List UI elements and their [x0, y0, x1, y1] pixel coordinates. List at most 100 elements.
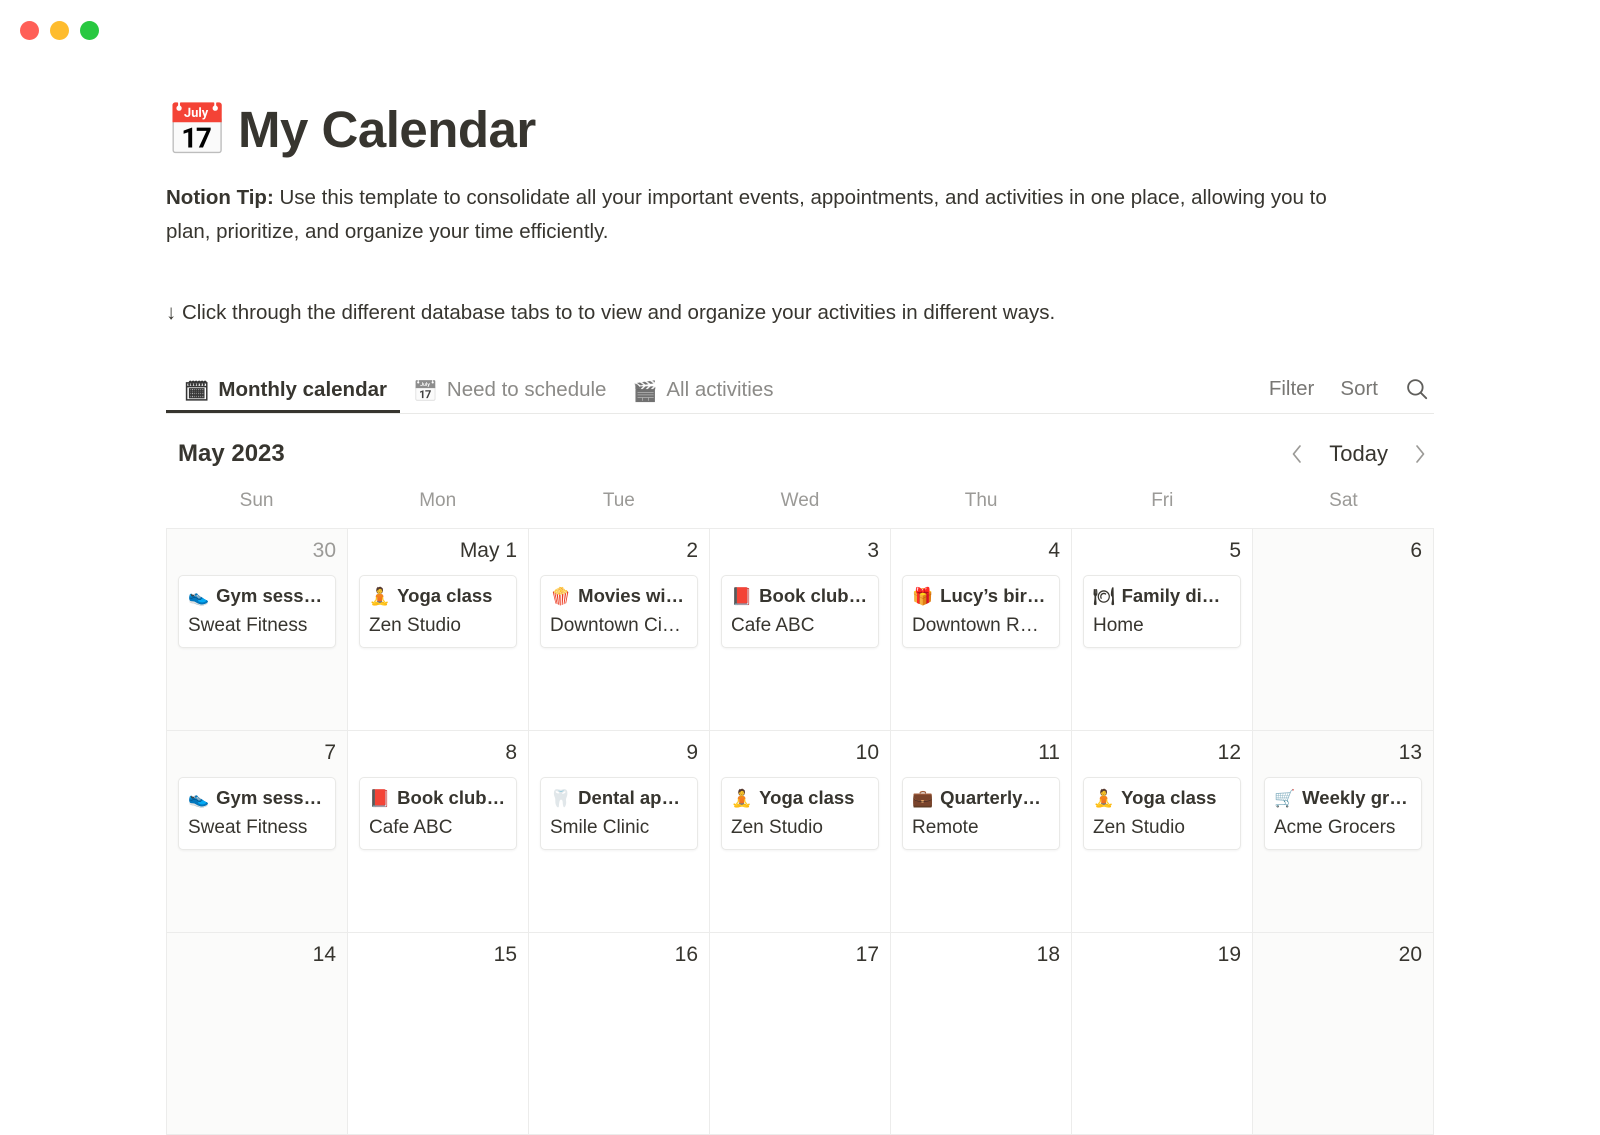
sort-button[interactable]: Sort — [1340, 377, 1378, 401]
event-title: Movies wi… — [578, 584, 685, 606]
calendar-event-card[interactable]: 🍿 Movies wi… Downtown Ci… — [540, 574, 698, 649]
gallery-icon: 🎬 — [632, 380, 658, 403]
calendar-day-cell[interactable]: 2 🍿 Movies wi… Downtown Ci… — [529, 528, 710, 731]
calendar-day-cell[interactable]: 20 — [1253, 932, 1434, 1135]
calendar-week-row: 7 👟 Gym sess… Sweat Fitness 8 📕 Book club… Cafe… — [167, 730, 1434, 933]
event-title-row: 🍿 Movies wi… — [550, 584, 688, 609]
calendar-event-card[interactable]: 🧘 Yoga class Zen Studio — [359, 574, 517, 649]
tabs-hint-paragraph: ↓ Click through the different database t… — [166, 300, 1056, 324]
calendar-event-card[interactable]: 📕 Book club… Cafe ABC — [359, 776, 517, 851]
event-location: Zen Studio — [369, 614, 461, 636]
chevron-left-icon[interactable] — [1287, 441, 1307, 467]
day-number: 17 — [855, 942, 879, 966]
today-button[interactable]: Today — [1329, 441, 1388, 467]
calendar-week-row: 14 15 16 17 18 19 20 — [167, 932, 1434, 1135]
tab-need-to-schedule[interactable]: 📅 Need to schedule — [400, 366, 619, 413]
tab-monthly-calendar[interactable]: 🗓 Monthly calendar — [166, 366, 400, 413]
event-title-row: 🎁 Lucy’s bir… — [912, 584, 1050, 609]
event-title: Book club… — [759, 584, 868, 606]
calendar-day-cell[interactable]: 13 🛒 Weekly gr… Acme Grocers — [1253, 730, 1434, 933]
day-number: 5 — [1229, 538, 1241, 562]
event-location: Smile Clinic — [550, 816, 650, 838]
calendar-event-card[interactable]: 🍽 Family di… Home — [1083, 574, 1241, 649]
filter-button[interactable]: Filter — [1269, 377, 1315, 401]
calendar-day-cell[interactable]: 17 — [710, 932, 891, 1135]
calendar-day-cell[interactable]: 14 — [167, 932, 348, 1135]
calendar-event-card[interactable]: 🧘 Yoga class Zen Studio — [721, 776, 879, 851]
day-number: May 1 — [459, 538, 517, 562]
chevron-right-icon[interactable] — [1410, 441, 1430, 467]
tab-monthly-calendar-label: Monthly calendar — [218, 377, 387, 401]
event-title-row: 👟 Gym sess… — [188, 584, 326, 609]
calendar-event-card[interactable]: 👟 Gym sess… Sweat Fitness — [178, 776, 336, 851]
event-title-row: 🍽 Family di… — [1093, 584, 1231, 609]
calendar-day-cell[interactable]: 10 🧘 Yoga class Zen Studio — [710, 730, 891, 933]
calendar-event-card[interactable]: 💼 Quarterly… Remote — [902, 776, 1060, 851]
calendar-event-card[interactable]: 📕 Book club… Cafe ABC — [721, 574, 879, 649]
event-location: Sweat Fitness — [188, 816, 308, 838]
day-number: 7 — [324, 740, 336, 764]
weekday-label-thu: Thu — [964, 489, 998, 511]
calendar-day-cell[interactable]: 5 🍽 Family di… Home — [1072, 528, 1253, 731]
weekday-label-tue: Tue — [602, 489, 635, 511]
event-emoji-icon: 👟 — [188, 788, 210, 808]
database-tabbar: 🗓 Monthly calendar 📅 Need to schedule 🎬 … — [166, 366, 1434, 414]
event-title-row: 🧘 Yoga class — [369, 584, 507, 609]
notion-tip-body: Use this template to consolidate all you… — [166, 186, 1327, 244]
event-title: Yoga class — [1121, 786, 1217, 808]
event-title: Gym sess… — [216, 786, 323, 808]
day-number: 4 — [1048, 538, 1060, 562]
calendar-day-cell[interactable]: 16 — [529, 932, 710, 1135]
calendar-day-cell[interactable]: 3 📕 Book club… Cafe ABC — [710, 528, 891, 731]
calendar-day-cell[interactable]: 11 💼 Quarterly… Remote — [891, 730, 1072, 933]
calendar-day-cell[interactable]: 8 📕 Book club… Cafe ABC — [348, 730, 529, 933]
calendar-month-label: May 2023 — [178, 439, 285, 467]
calendar-day-cell[interactable]: 4 🎁 Lucy’s bir… Downtown R… — [891, 528, 1072, 731]
window-close-button[interactable] — [20, 20, 39, 40]
calendar-day-cell[interactable]: 12 🧘 Yoga class Zen Studio — [1072, 730, 1253, 933]
tab-all-activities[interactable]: 🎬 All activities — [619, 366, 786, 413]
calendar-grid: 30 👟 Gym sess… Sweat Fitness May 1 🧘 Yoga clas… — [166, 527, 1434, 1135]
day-number: 12 — [1217, 740, 1241, 764]
weekday-label-mon: Mon — [419, 489, 457, 511]
tab-all-activities-label: All activities — [666, 377, 774, 401]
event-emoji-icon: 🧘 — [731, 788, 753, 808]
event-title-row: 👟 Gym sess… — [188, 786, 326, 811]
calendar-week-row: 30 👟 Gym sess… Sweat Fitness May 1 🧘 Yoga clas… — [167, 528, 1434, 731]
calendar-day-cell[interactable]: 19 — [1072, 932, 1253, 1135]
database-tabs: 🗓 Monthly calendar 📅 Need to schedule 🎬 … — [166, 366, 786, 413]
event-title: Lucy’s bir… — [940, 584, 1046, 606]
calendar-header: May 2023 Today — [166, 414, 1434, 490]
search-icon[interactable] — [1404, 376, 1430, 402]
weekday-label-sun: Sun — [239, 489, 274, 511]
calendar-day-cell[interactable]: 6 — [1253, 528, 1434, 731]
event-title: Yoga class — [397, 584, 493, 606]
calendar-event-card[interactable]: 👟 Gym sess… Sweat Fitness — [178, 574, 336, 649]
event-title: Family di… — [1121, 584, 1221, 606]
event-location: Downtown R… — [912, 614, 1039, 636]
calendar-event-card[interactable]: 🛒 Weekly gr… Acme Grocers — [1264, 776, 1422, 851]
calendar-event-card[interactable]: 🧘 Yoga class Zen Studio — [1083, 776, 1241, 851]
weekday-label-sat: Sat — [1329, 489, 1358, 511]
event-title: Gym sess… — [216, 584, 323, 606]
calendar-day-cell[interactable]: 30 👟 Gym sess… Sweat Fitness — [167, 528, 348, 731]
event-emoji-icon: 🛒 — [1274, 788, 1296, 808]
calendar-event-card[interactable]: 🎁 Lucy’s bir… Downtown R… — [902, 574, 1060, 649]
notion-tip-label: Notion Tip: — [166, 186, 274, 209]
calendar-day-cell[interactable]: 9 🦷 Dental ap… Smile Clinic — [529, 730, 710, 933]
event-title-row: 🧘 Yoga class — [731, 786, 869, 811]
calendar-day-cell[interactable]: 15 — [348, 932, 529, 1135]
event-emoji-icon: 🧘 — [1093, 788, 1115, 808]
day-number: 6 — [1410, 538, 1422, 562]
event-location: Remote — [912, 816, 979, 838]
event-location: Zen Studio — [1093, 816, 1185, 838]
event-title-row: 🦷 Dental ap… — [550, 786, 688, 811]
day-number: 18 — [1036, 942, 1060, 966]
calendar-day-cell[interactable]: May 1 🧘 Yoga class Zen Studio — [348, 528, 529, 731]
window-zoom-button[interactable] — [80, 20, 99, 40]
calendar-day-cell[interactable]: 18 — [891, 932, 1072, 1135]
calendar-day-cell[interactable]: 7 👟 Gym sess… Sweat Fitness — [167, 730, 348, 933]
day-number: 3 — [867, 538, 879, 562]
window-minimize-button[interactable] — [50, 20, 69, 40]
calendar-event-card[interactable]: 🦷 Dental ap… Smile Clinic — [540, 776, 698, 851]
